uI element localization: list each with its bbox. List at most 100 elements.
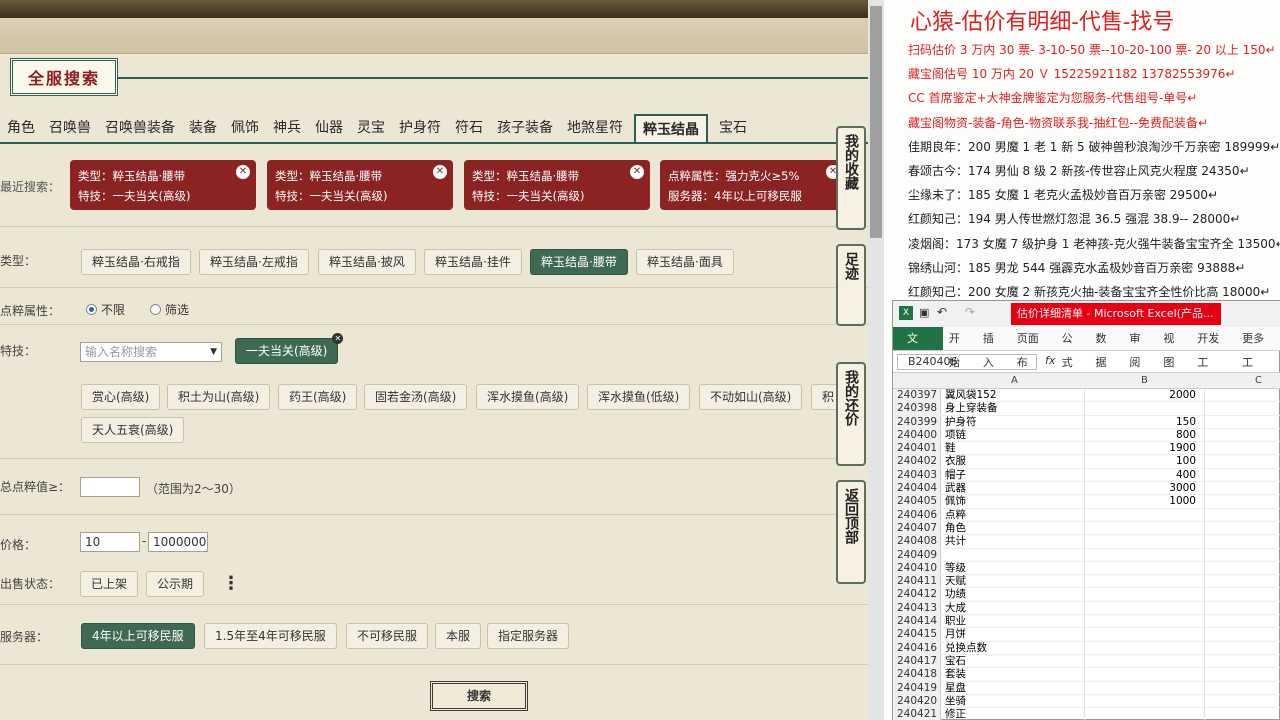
close-icon[interactable]: ✕ [332,333,344,344]
cell-b[interactable] [1085,694,1205,708]
tab-8[interactable]: 护身符 [392,114,448,142]
cell-c[interactable] [1205,469,1280,481]
save-icon[interactable]: ▣ [919,306,929,319]
cell-b[interactable]: 1000 [1085,495,1205,508]
cell-b[interactable]: 400 [1085,468,1205,482]
server-option-button[interactable]: 1.5年至4年可移民服 [204,623,337,649]
recent-search-card[interactable]: 类型：粹玉结晶·腰带 特技：一夫当关(高级) ✕ [267,160,453,210]
footprint-button[interactable]: 足迹 [836,244,866,326]
ribbon-tab[interactable]: 页面布 [1011,327,1056,369]
cell-a[interactable]: 翼风袋152 [941,389,1085,402]
cell-c[interactable] [1205,549,1280,561]
attr-radio-filter[interactable]: 筛选 [150,301,189,318]
cell-a[interactable]: 等级 [941,561,1085,575]
cell-b[interactable] [1085,521,1205,535]
row-number[interactable]: 240397 [893,389,941,402]
ribbon-tab[interactable]: 视图 [1157,327,1191,369]
skill-option-button[interactable]: 浑水摸鱼(低级) [587,384,691,410]
column-header-a[interactable]: A [1011,375,1018,386]
tab-3[interactable]: 装备 [182,114,224,142]
cell-a[interactable]: 兑换点数 [941,641,1085,654]
cell-b[interactable] [1085,535,1205,548]
row-number[interactable]: 240406 [893,508,941,521]
redo-icon[interactable]: ↷ [965,305,975,319]
cell-b[interactable] [1085,601,1205,615]
cell-a[interactable]: 星盘 [941,681,1085,694]
type-option-button[interactable]: 粹玉结晶·右戒指 [81,249,191,275]
undo-icon[interactable]: ↶ [937,305,947,319]
cell-c[interactable] [1205,642,1280,654]
cell-b[interactable] [1085,641,1205,654]
cell-b[interactable] [1085,561,1205,575]
total-value-input[interactable] [80,477,140,497]
close-icon[interactable]: ✕ [433,165,447,179]
cell-a[interactable]: 月饼 [941,628,1085,641]
row-number[interactable]: 240403 [893,468,941,482]
cell-c[interactable] [1205,482,1280,494]
close-icon[interactable]: ✕ [236,165,250,179]
skill-option-button[interactable]: 积土为山(高级) [167,384,271,410]
cell-a[interactable] [941,548,1085,561]
scrollbar-thumb[interactable] [870,6,882,238]
row-number[interactable]: 240402 [893,455,941,468]
ribbon-tab[interactable]: 更多工 [1236,327,1280,369]
cell-a[interactable]: 武器 [941,482,1085,495]
cell-c[interactable] [1205,442,1280,454]
tab-10[interactable]: 孩子装备 [490,114,560,142]
skill-option-button[interactable]: 天人五衰(高级) [81,417,185,443]
cell-b[interactable] [1085,615,1205,628]
cell-a[interactable]: 共计 [941,535,1085,548]
ribbon-tab[interactable]: 审阅 [1123,327,1157,369]
row-number[interactable]: 240416 [893,641,941,654]
cell-c[interactable] [1205,429,1280,441]
cell-c[interactable] [1205,495,1280,507]
row-number[interactable]: 240399 [893,415,941,428]
cell-a[interactable]: 角色 [941,521,1085,535]
price-max-input[interactable]: 1000000 [148,532,208,552]
column-header-c[interactable]: C [1255,375,1262,386]
my-bargain-button[interactable]: 我的还价 [836,362,866,466]
cell-a[interactable]: 身上穿装备 [941,402,1085,415]
tab-5[interactable]: 神兵 [266,114,308,142]
tab-6[interactable]: 仙器 [308,114,350,142]
cell-a[interactable]: 衣服 [941,455,1085,468]
server-option-button[interactable]: 本服 [435,623,482,649]
row-number[interactable]: 240421 [893,708,941,720]
tab-9[interactable]: 符石 [448,114,490,142]
price-min-input[interactable]: 10 [80,532,140,552]
cell-c[interactable] [1205,628,1280,640]
row-number[interactable]: 240415 [893,628,941,641]
tab-11[interactable]: 地煞星符 [560,114,630,142]
row-number[interactable]: 240414 [893,615,941,628]
ribbon-tab[interactable]: 插入 [977,327,1011,369]
cell-c[interactable] [1205,509,1280,521]
cell-b[interactable] [1085,575,1205,588]
cell-a[interactable]: 天赋 [941,575,1085,588]
skill-option-button[interactable]: 固若金汤(高级) [364,384,468,410]
cell-c[interactable] [1205,668,1280,680]
cell-c[interactable] [1205,615,1280,627]
tab-13[interactable]: 宝石 [712,114,754,142]
server-option-button[interactable]: 4年以上可移民服 [81,623,195,649]
cell-a[interactable]: 点粹 [941,508,1085,521]
type-option-button[interactable]: 粹玉结晶·腰带 [530,249,628,275]
cell-b[interactable]: 100 [1085,455,1205,468]
cell-b[interactable]: 2000 [1085,389,1205,402]
skill-search-input[interactable]: 输入名称搜索 ▼ [80,342,222,362]
cell-b[interactable] [1085,681,1205,694]
type-option-button[interactable]: 粹玉结晶·挂件 [424,249,522,275]
row-number[interactable]: 240419 [893,681,941,694]
cell-c[interactable] [1205,535,1280,547]
search-button[interactable]: 搜索 [430,681,528,711]
row-number[interactable]: 240408 [893,535,941,548]
row-number[interactable]: 240401 [893,442,941,455]
cell-c[interactable] [1205,455,1280,467]
tab-4[interactable]: 佩饰 [224,114,266,142]
status-public-button[interactable]: 公示期 [146,571,205,597]
skill-option-button[interactable]: 药王(高级) [278,384,358,410]
cell-a[interactable]: 坐骑 [941,694,1085,708]
cell-a[interactable]: 功绩 [941,588,1085,601]
cell-c[interactable] [1205,602,1280,614]
cell-a[interactable]: 套装 [941,668,1085,681]
cell-a[interactable]: 鞋 [941,442,1085,455]
